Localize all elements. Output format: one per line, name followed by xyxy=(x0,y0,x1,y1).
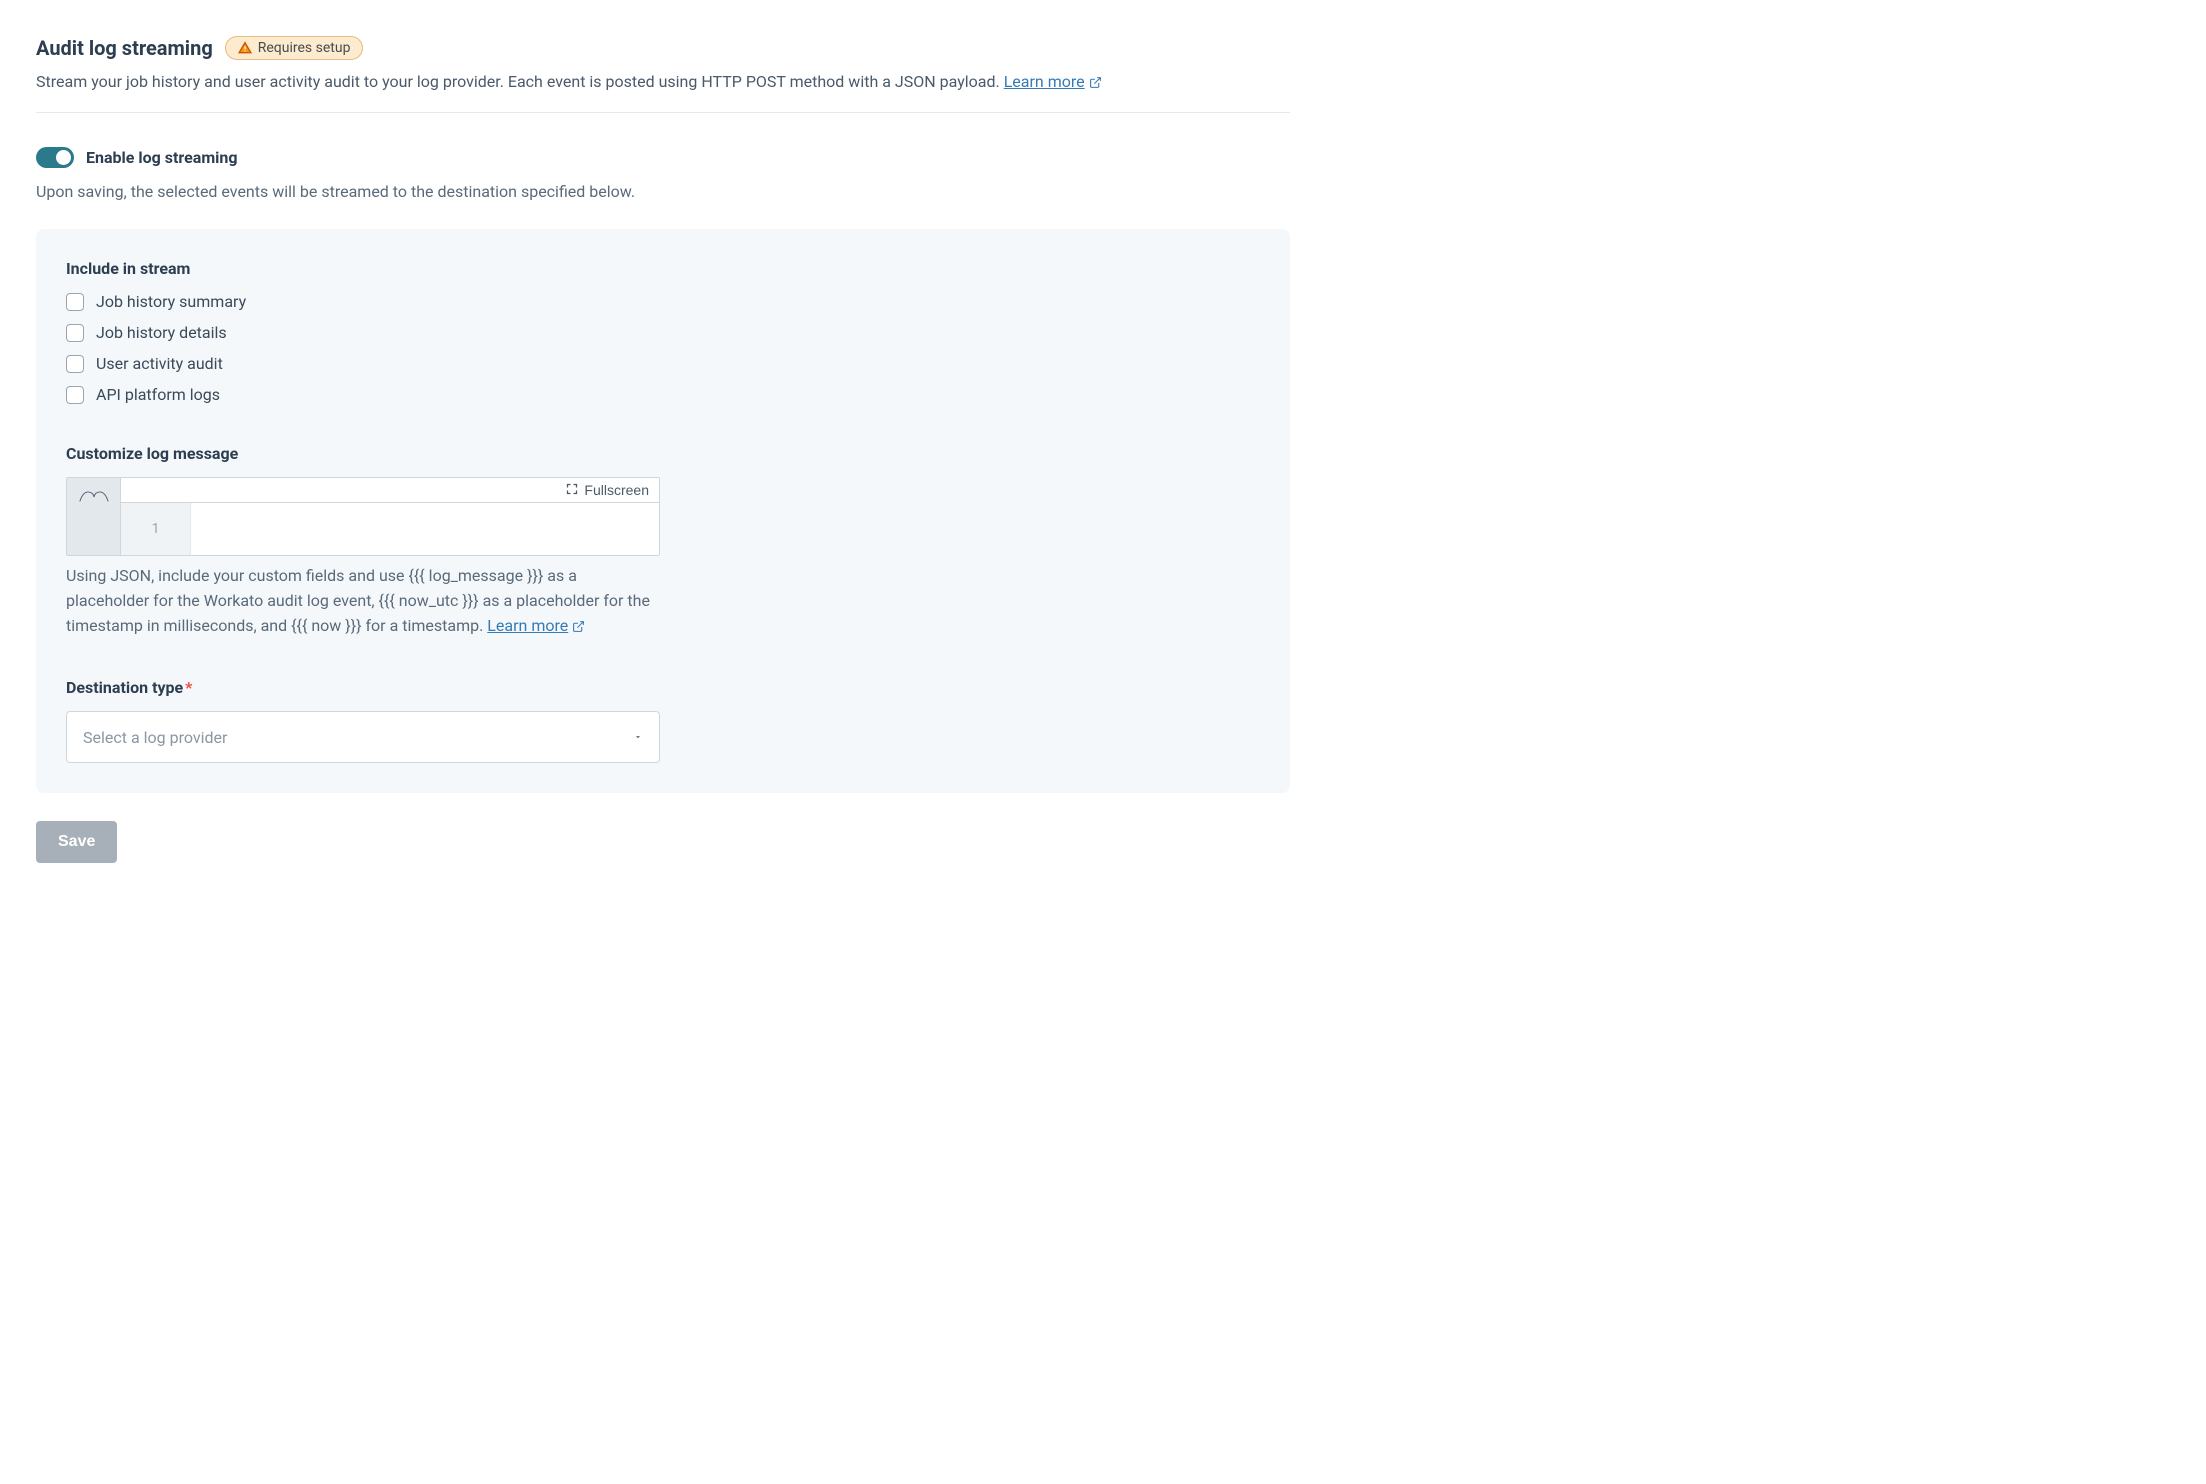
json-editor: Fullscreen 1 xyxy=(66,477,660,556)
chevron-down-icon xyxy=(633,732,643,742)
checkbox-api-platform-logs[interactable] xyxy=(66,386,84,404)
customize-section-title: Customize log message xyxy=(66,444,1260,463)
checkbox-label: Job history summary xyxy=(96,292,246,311)
external-link-icon xyxy=(1089,76,1102,89)
checkbox-job-history-summary[interactable] xyxy=(66,293,84,311)
destination-section-title: Destination type* xyxy=(66,678,1260,697)
save-button[interactable]: Save xyxy=(36,821,117,863)
required-indicator: * xyxy=(185,678,192,697)
select-placeholder: Select a log provider xyxy=(83,728,227,747)
fullscreen-button[interactable]: Fullscreen xyxy=(566,482,649,498)
badge-label: Requires setup xyxy=(258,40,351,56)
customize-learn-more-link[interactable]: Learn more xyxy=(487,616,585,635)
checkbox-job-history-details[interactable] xyxy=(66,324,84,342)
checkbox-label: User activity audit xyxy=(96,354,223,373)
toggle-helper-text: Upon saving, the selected events will be… xyxy=(36,182,1290,201)
toggle-knob xyxy=(56,150,71,165)
editor-textarea[interactable] xyxy=(191,503,659,555)
customize-help-text: Using JSON, include your custom fields a… xyxy=(66,564,660,638)
checkbox-user-activity-audit[interactable] xyxy=(66,355,84,373)
checkbox-label: API platform logs xyxy=(96,385,220,404)
toggle-label: Enable log streaming xyxy=(86,148,238,167)
learn-more-link[interactable]: Learn more xyxy=(1004,72,1102,91)
editor-sidebar xyxy=(67,478,121,555)
checkbox-label: Job history details xyxy=(96,323,227,342)
fullscreen-icon xyxy=(566,482,578,498)
line-number-gutter: 1 xyxy=(121,503,191,555)
page-description: Stream your job history and user activit… xyxy=(36,70,1290,94)
external-link-icon xyxy=(572,620,585,633)
requires-setup-badge: Requires setup xyxy=(225,36,364,60)
settings-panel: Include in stream Job history summary Jo… xyxy=(36,229,1290,793)
enable-streaming-toggle[interactable] xyxy=(36,147,74,168)
page-title: Audit log streaming xyxy=(36,36,213,60)
destination-type-select[interactable]: Select a log provider xyxy=(66,711,660,763)
include-section-title: Include in stream xyxy=(66,259,1260,278)
warning-icon xyxy=(238,41,252,55)
divider xyxy=(36,112,1290,113)
brace-icon xyxy=(79,486,109,510)
